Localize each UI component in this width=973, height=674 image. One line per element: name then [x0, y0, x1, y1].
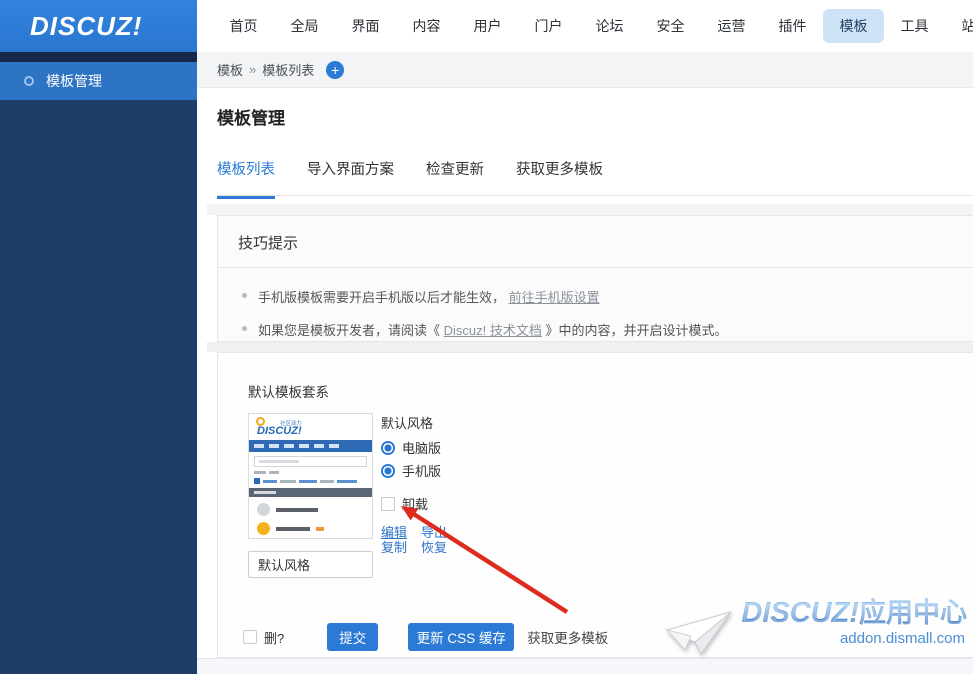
nav-item-portal[interactable]: 门户 — [518, 16, 579, 36]
breadcrumb-section[interactable]: 模板 — [217, 60, 243, 79]
thumbnail-forum-row — [257, 503, 372, 516]
update-css-cache-button[interactable]: 更新 CSS 缓存 — [408, 623, 514, 651]
top-navigation: 首页 全局 界面 内容 用户 门户 论坛 安全 运营 插件 模板 工具 站长 — [197, 0, 973, 52]
template-action-links: 编辑导出 复制恢复 — [381, 525, 461, 555]
uninstall-label: 卸载 — [402, 494, 428, 513]
uninstall-checkbox[interactable] — [381, 497, 395, 511]
add-favorite-button[interactable]: + — [326, 61, 344, 79]
delete-label: 删? — [264, 628, 284, 647]
nav-item-users[interactable]: 用户 — [457, 16, 518, 36]
form-actions: 删? 提交 更新 CSS 缓存 获取更多模板 — [243, 623, 608, 651]
thumbnail-forum-row — [257, 522, 372, 535]
tip-item-mobile: 手机版模板需要开启手机版以后才能生效， 前往手机版设置 — [238, 280, 954, 313]
thumbnail-logo: DISCUZ! — [257, 425, 302, 437]
nav-item-plugins[interactable]: 插件 — [762, 16, 823, 36]
style-name-input[interactable] — [248, 551, 373, 578]
stat-icon — [254, 478, 260, 484]
forum-icon — [257, 522, 270, 535]
tip-text: 》中的内容，并开启设计模式。 — [545, 323, 727, 338]
uninstall-option: 卸载 — [381, 494, 461, 513]
pc-default-option: 电脑版 — [381, 438, 461, 457]
tips-panel: 技巧提示 手机版模板需要开启手机版以后才能生效， 前往手机版设置 如果您是模板开… — [217, 215, 973, 342]
pc-default-radio[interactable] — [381, 441, 395, 455]
section-gap-band — [207, 342, 973, 352]
admin-page: DISCUZ! 首页 全局 界面 内容 用户 门户 论坛 安全 运营 插件 模板… — [0, 0, 973, 674]
ring-icon — [24, 76, 34, 86]
page-title: 模板管理 — [217, 104, 285, 129]
style-name-label: 默认风格 — [381, 413, 461, 432]
tab-import-scheme[interactable]: 导入界面方案 — [307, 158, 394, 199]
mobile-default-option: 手机版 — [381, 461, 461, 480]
tab-check-update[interactable]: 检查更新 — [426, 158, 484, 199]
tip-text: 如果您是模板开发者，请阅读《 — [258, 323, 444, 338]
tips-title: 技巧提示 — [218, 216, 973, 268]
delete-checkbox[interactable] — [243, 630, 257, 644]
get-more-templates-link[interactable]: 获取更多模板 — [527, 627, 608, 647]
tip-text: 手机版模板需要开启手机版以后才能生效， — [258, 290, 505, 305]
watermark: DISCUZ!应用中心 addon.dismall.com — [665, 598, 967, 666]
pc-default-label: 电脑版 — [402, 438, 441, 457]
nav-item-global[interactable]: 全局 — [274, 16, 335, 36]
thumbnail-breadcrumb — [254, 471, 367, 474]
edit-link[interactable]: 编辑 — [381, 525, 407, 540]
tabs-divider — [217, 195, 973, 196]
nav-item-site[interactable]: 站长 — [945, 16, 973, 36]
export-link[interactable]: 导出 — [421, 525, 447, 540]
template-group-title: 默认模板套系 — [248, 381, 329, 401]
tips-list: 手机版模板需要开启手机版以后才能生效， 前往手机版设置 如果您是模板开发者，请阅… — [218, 268, 973, 346]
tech-docs-link[interactable]: Discuz! 技术文档 — [444, 323, 542, 338]
nav-item-security[interactable]: 安全 — [640, 16, 701, 36]
template-options: 默认风格 电脑版 手机版 卸载 编辑导出 复制恢复 — [381, 413, 461, 555]
tab-template-list[interactable]: 模板列表 — [217, 158, 275, 199]
thumbnail-category-strip — [249, 488, 372, 497]
mobile-default-label: 手机版 — [402, 461, 441, 480]
section-gap-band — [207, 204, 973, 215]
forum-icon — [257, 503, 270, 516]
thumbnail-header: 社区动力 DISCUZ! — [249, 414, 372, 440]
thumbnail-navbar — [249, 440, 372, 452]
sidebar: 模板管理 — [0, 52, 197, 674]
tab-bar: 模板列表 导入界面方案 检查更新 获取更多模板 — [217, 158, 635, 199]
tab-get-more-templates[interactable]: 获取更多模板 — [516, 158, 603, 199]
watermark-title: DISCUZ!应用中心 — [741, 598, 967, 628]
nav-item-content[interactable]: 内容 — [396, 16, 457, 36]
sidebar-top-strip — [0, 52, 197, 62]
watermark-text: DISCUZ!应用中心 addon.dismall.com — [741, 598, 967, 647]
restore-link[interactable]: 恢复 — [421, 540, 447, 555]
nav-item-tools[interactable]: 工具 — [884, 16, 945, 36]
nav-item-forum[interactable]: 论坛 — [579, 16, 640, 36]
breadcrumb: 模板 » 模板列表 + — [197, 52, 973, 88]
nav-item-templates[interactable]: 模板 — [823, 9, 884, 43]
submit-button[interactable]: 提交 — [327, 623, 378, 651]
nav-item-home[interactable]: 首页 — [213, 16, 274, 36]
watermark-domain: addon.dismall.com — [741, 630, 967, 647]
sidebar-item-label: 模板管理 — [46, 71, 102, 91]
thumbnail-stats-row — [254, 478, 367, 484]
mobile-default-radio[interactable] — [381, 464, 395, 478]
breadcrumb-page: 模板列表 — [262, 60, 314, 79]
paper-plane-icon — [665, 608, 737, 666]
nav-item-interface[interactable]: 界面 — [335, 16, 396, 36]
thumbnail-searchbar — [254, 456, 367, 467]
mobile-settings-link[interactable]: 前往手机版设置 — [509, 290, 600, 305]
template-thumbnail[interactable]: 社区动力 DISCUZ! — [248, 413, 373, 539]
breadcrumb-separator: » — [249, 62, 256, 77]
sidebar-item-template-manage[interactable]: 模板管理 — [0, 62, 197, 100]
logo-box: DISCUZ! — [0, 0, 197, 52]
discuz-logo: DISCUZ! — [0, 11, 142, 42]
copy-link[interactable]: 复制 — [381, 540, 407, 555]
nav-item-operation[interactable]: 运营 — [701, 16, 762, 36]
